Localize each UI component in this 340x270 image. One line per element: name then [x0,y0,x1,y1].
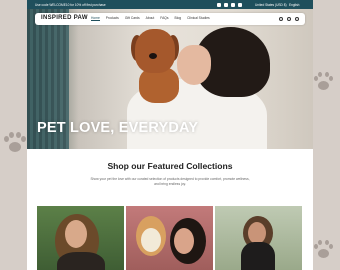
menu-item-about[interactable]: About [146,16,155,21]
hero-dog-head [135,29,175,73]
storefront-page: Use code WELCOME10 for 10% off first pur… [27,0,313,270]
collection-card[interactable] [126,206,213,270]
paw-print-icon [314,240,334,260]
featured-collections-title: Shop our Featured Collections [107,161,233,171]
collection-card[interactable] [37,206,124,270]
menu-item-products[interactable]: Products [106,16,119,21]
collection-card[interactable] [215,206,302,270]
card-photo-face [65,220,87,248]
header-nav: INSPIRED PAW Home Products Gift Cards Ab… [35,13,305,25]
card-photo-dog-face [141,228,161,252]
menu-item-faqs[interactable]: FAQs [160,16,168,21]
youtube-icon[interactable] [231,2,235,7]
hero-dog-nose [149,53,157,59]
account-icon[interactable] [287,16,291,21]
region-selector[interactable]: United States (USD $) [255,3,287,7]
instagram-icon[interactable] [224,2,228,7]
menu-item-home[interactable]: Home [91,16,100,21]
facebook-icon[interactable] [217,2,221,7]
hero-banner: PET LOVE, EVERYDAY [27,9,313,149]
card-photo-face [248,222,266,244]
card-photo-face [174,228,194,254]
cart-icon[interactable] [295,16,299,21]
paw-print-icon [4,132,26,154]
menu-item-blog[interactable]: Blog [175,16,182,21]
tiktok-icon[interactable] [238,2,242,7]
menu-item-clinical-studies[interactable]: Clinical Studies [187,16,210,21]
language-selector[interactable]: English [289,3,299,7]
social-links [217,2,242,7]
announcement-bar: Use code WELCOME10 for 10% off first pur… [27,0,313,9]
menu-item-gift-cards[interactable]: Gift Cards [125,16,140,21]
paw-print-icon [314,72,334,92]
hero-person-face [177,45,211,85]
header-icons [279,16,299,21]
card-photo-shirt [241,242,275,270]
card-photo-shirt [57,252,105,270]
search-icon[interactable] [279,16,283,21]
announcement-message: Use code WELCOME10 for 10% off first pur… [35,2,106,7]
logo[interactable]: INSPIRED PAW [41,15,88,21]
hero-title: PET LOVE, EVERYDAY [37,120,199,136]
featured-collections-description: Show your pet the love with our curated … [90,177,250,186]
main-menu: Home Products Gift Cards About FAQs Blog… [91,16,210,21]
